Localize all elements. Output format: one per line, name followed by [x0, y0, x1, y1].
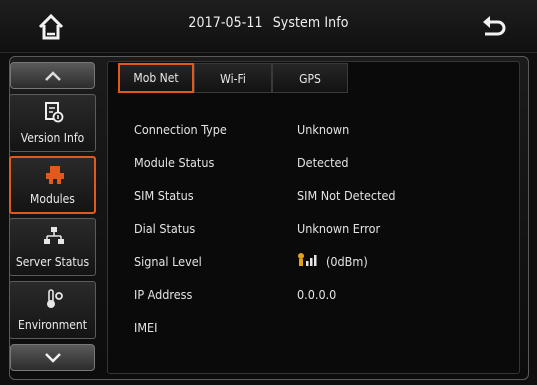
sidebar-item-environment[interactable]: Environment — [9, 281, 96, 339]
tab-mob-net[interactable]: Mob Net — [118, 63, 194, 93]
field-label-connection-type: Connection Type — [134, 122, 227, 137]
network-icon — [44, 227, 64, 244]
back-button[interactable] — [479, 14, 507, 40]
sidebar-item-modules[interactable]: Modules — [9, 156, 96, 214]
modules-icon — [46, 166, 64, 184]
sidebar-item-label: Version Info — [20, 131, 85, 145]
sidebar-scroll-down-button[interactable] — [10, 344, 95, 371]
thermometer-icon — [47, 289, 63, 308]
back-arrow-icon — [483, 16, 506, 36]
field-label-imei: IMEI — [134, 320, 158, 335]
sidebar-item-version-info[interactable]: Version Info — [9, 94, 96, 152]
document-icon — [45, 102, 64, 123]
field-label-dial-status: Dial Status — [134, 221, 196, 236]
field-value-signal-level: (0dBm) — [326, 254, 368, 269]
chevron-up-icon — [45, 71, 61, 81]
sidebar-item-label: Server Status — [15, 255, 90, 269]
sidebar-item-label: Modules — [30, 192, 75, 206]
tab-gps[interactable]: GPS — [272, 63, 348, 93]
sidebar-item-label: Environment — [18, 318, 87, 332]
tab-wifi[interactable]: Wi-Fi — [194, 63, 272, 93]
field-label-module-status: Module Status — [134, 155, 215, 170]
field-value-ip-address: 0.0.0.0 — [297, 287, 337, 302]
field-label-sim-status: SIM Status — [134, 188, 194, 203]
field-label-ip-address: IP Address — [134, 287, 193, 302]
sidebar-scroll-up-button[interactable] — [10, 62, 95, 89]
field-value-module-status: Detected — [297, 155, 349, 170]
field-value-connection-type: Unknown — [297, 122, 350, 137]
field-value-dial-status: Unknown Error — [297, 221, 381, 236]
system-info-screen: 2017-05-11 System Info Version Info Modu… — [0, 0, 537, 385]
content-area — [107, 61, 520, 374]
field-value-sim-status: SIM Not Detected — [297, 188, 396, 203]
sidebar-item-server-status[interactable]: Server Status — [9, 218, 96, 276]
page-title: 2017-05-11 System Info — [0, 15, 537, 31]
header-title-text: System Info — [272, 15, 349, 31]
chevron-down-icon — [45, 353, 61, 363]
header-date: 2017-05-11 — [188, 15, 263, 31]
header-bar: 2017-05-11 System Info — [0, 0, 537, 53]
field-label-signal-level: Signal Level — [134, 254, 202, 269]
signal-strength-icon — [298, 253, 317, 266]
